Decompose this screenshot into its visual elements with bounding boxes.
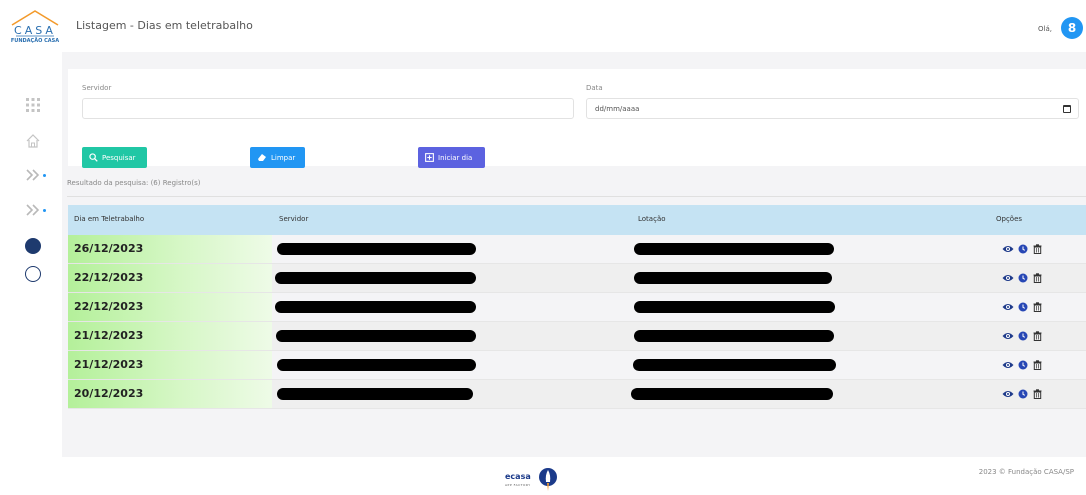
- search-button-label: Pesquisar: [102, 153, 136, 162]
- page-title: Listagem - Dias em teletrabalho: [76, 19, 253, 32]
- filled-circle-icon[interactable]: [25, 238, 41, 254]
- column-header-date[interactable]: Dia em Teletrabalho: [74, 215, 144, 223]
- clear-button[interactable]: Limpar: [250, 147, 305, 168]
- date-cell: 22/12/2023: [68, 264, 272, 292]
- redacted-location: [634, 330, 834, 342]
- calendar-icon[interactable]: [1063, 105, 1071, 113]
- brand-subtitle: APP FACTORY: [505, 483, 531, 487]
- grid-menu-icon[interactable]: [25, 97, 41, 113]
- history-clock-icon[interactable]: [1018, 273, 1028, 283]
- rocket-icon: [539, 468, 557, 491]
- history-clock-icon[interactable]: [1018, 302, 1028, 312]
- view-eye-icon[interactable]: [1002, 273, 1014, 283]
- eraser-icon: [258, 154, 266, 161]
- table-row: 21/12/2023: [68, 351, 1086, 380]
- history-clock-icon[interactable]: [1018, 244, 1028, 254]
- table-row: 22/12/2023: [68, 264, 1086, 293]
- redacted-location: [634, 272, 832, 284]
- page: CASA FUNDAÇÃO CASA Listagem - Dias em te…: [0, 0, 1086, 495]
- search-button[interactable]: Pesquisar: [82, 147, 147, 168]
- start-day-button-label: Iniciar dia: [438, 153, 473, 162]
- redacted-location: [634, 301, 835, 313]
- search-icon: [89, 153, 98, 162]
- date-cell: 26/12/2023: [68, 235, 272, 263]
- delete-trash-icon[interactable]: [1033, 244, 1042, 254]
- table-header: Dia em Teletrabalho Servidor Lotação Opç…: [68, 205, 1086, 235]
- date-cell: 21/12/2023: [68, 351, 272, 379]
- greeting-text: Olá,: [1038, 25, 1052, 33]
- double-chevron-icon[interactable]: [25, 167, 41, 183]
- date-placeholder: dd/mm/aaaa: [595, 105, 640, 113]
- column-header-options: Opções: [996, 215, 1023, 223]
- servidor-input[interactable]: [82, 98, 574, 119]
- redacted-server: [277, 243, 476, 255]
- menu-indicator-dot: [43, 174, 46, 177]
- column-header-location[interactable]: Lotação: [638, 215, 666, 223]
- delete-trash-icon[interactable]: [1033, 302, 1042, 312]
- user-avatar[interactable]: 8: [1061, 17, 1083, 39]
- date-cell: 21/12/2023: [68, 322, 272, 350]
- top-header: CASA FUNDAÇÃO CASA Listagem - Dias em te…: [0, 0, 1086, 52]
- redacted-server: [276, 330, 476, 342]
- delete-trash-icon[interactable]: [1033, 331, 1042, 341]
- view-eye-icon[interactable]: [1002, 360, 1014, 370]
- date-value: 21/12/2023: [74, 358, 144, 371]
- table-row: 21/12/2023: [68, 322, 1086, 351]
- delete-trash-icon[interactable]: [1033, 389, 1042, 399]
- view-eye-icon[interactable]: [1002, 244, 1014, 254]
- plus-square-icon: [425, 153, 434, 162]
- history-clock-icon[interactable]: [1018, 360, 1028, 370]
- redacted-location: [633, 359, 836, 371]
- history-clock-icon[interactable]: [1018, 389, 1028, 399]
- date-cell: 22/12/2023: [68, 293, 272, 321]
- result-count: Resultado da pesquisa: (6) Registro(s): [67, 179, 201, 187]
- svg-text:CASA: CASA: [14, 24, 56, 37]
- date-value: 20/12/2023: [74, 387, 144, 400]
- fundacao-casa-logo[interactable]: CASA FUNDAÇÃO CASA: [6, 8, 64, 48]
- double-chevron-icon[interactable]: [25, 202, 41, 218]
- main-content: Servidor Data dd/mm/aaaa Pesquisar Limpa…: [62, 52, 1086, 457]
- view-eye-icon[interactable]: [1002, 389, 1014, 399]
- copyright-text: 2023 © Fundação CASA/SP: [978, 468, 1074, 476]
- redacted-location: [634, 243, 834, 255]
- table-row: 20/12/2023: [68, 380, 1086, 409]
- ecasa-brand-logo: ecasa APP FACTORY: [505, 467, 565, 493]
- view-eye-icon[interactable]: [1002, 302, 1014, 312]
- delete-trash-icon[interactable]: [1033, 273, 1042, 283]
- redacted-server: [275, 272, 476, 284]
- home-icon[interactable]: [25, 133, 41, 149]
- history-clock-icon[interactable]: [1018, 331, 1028, 341]
- brand-name: ecasa: [505, 472, 531, 481]
- view-eye-icon[interactable]: [1002, 331, 1014, 341]
- date-input[interactable]: dd/mm/aaaa: [586, 98, 1079, 119]
- column-header-server[interactable]: Servidor: [279, 215, 308, 223]
- clear-button-label: Limpar: [271, 153, 296, 162]
- footer: ecasa APP FACTORY 2023 © Fundação CASA/S…: [62, 457, 1086, 495]
- logo-caption: FUNDAÇÃO CASA: [10, 38, 60, 44]
- redacted-server: [277, 359, 476, 371]
- sidebar: [0, 52, 62, 495]
- menu-indicator-dot: [43, 209, 46, 212]
- date-value: 22/12/2023: [74, 271, 144, 284]
- date-value: 26/12/2023: [74, 242, 144, 255]
- empty-circle-icon[interactable]: [25, 266, 41, 282]
- redacted-server: [277, 388, 473, 400]
- table-row: 22/12/2023: [68, 293, 1086, 322]
- start-day-button[interactable]: Iniciar dia: [418, 147, 485, 168]
- data-label: Data: [586, 84, 603, 92]
- table-row: 26/12/2023: [68, 235, 1086, 264]
- divider: [67, 196, 1086, 197]
- filter-panel: Servidor Data dd/mm/aaaa Pesquisar Limpa…: [68, 69, 1086, 168]
- teleworking-table: Dia em Teletrabalho Servidor Lotação Opç…: [68, 205, 1086, 409]
- date-value: 22/12/2023: [74, 300, 144, 313]
- servidor-label: Servidor: [82, 84, 112, 92]
- date-value: 21/12/2023: [74, 329, 144, 342]
- delete-trash-icon[interactable]: [1033, 360, 1042, 370]
- redacted-server: [275, 301, 476, 313]
- redacted-location: [631, 388, 833, 400]
- date-cell: 20/12/2023: [68, 380, 272, 408]
- logo-house-icon: CASA: [11, 10, 59, 37]
